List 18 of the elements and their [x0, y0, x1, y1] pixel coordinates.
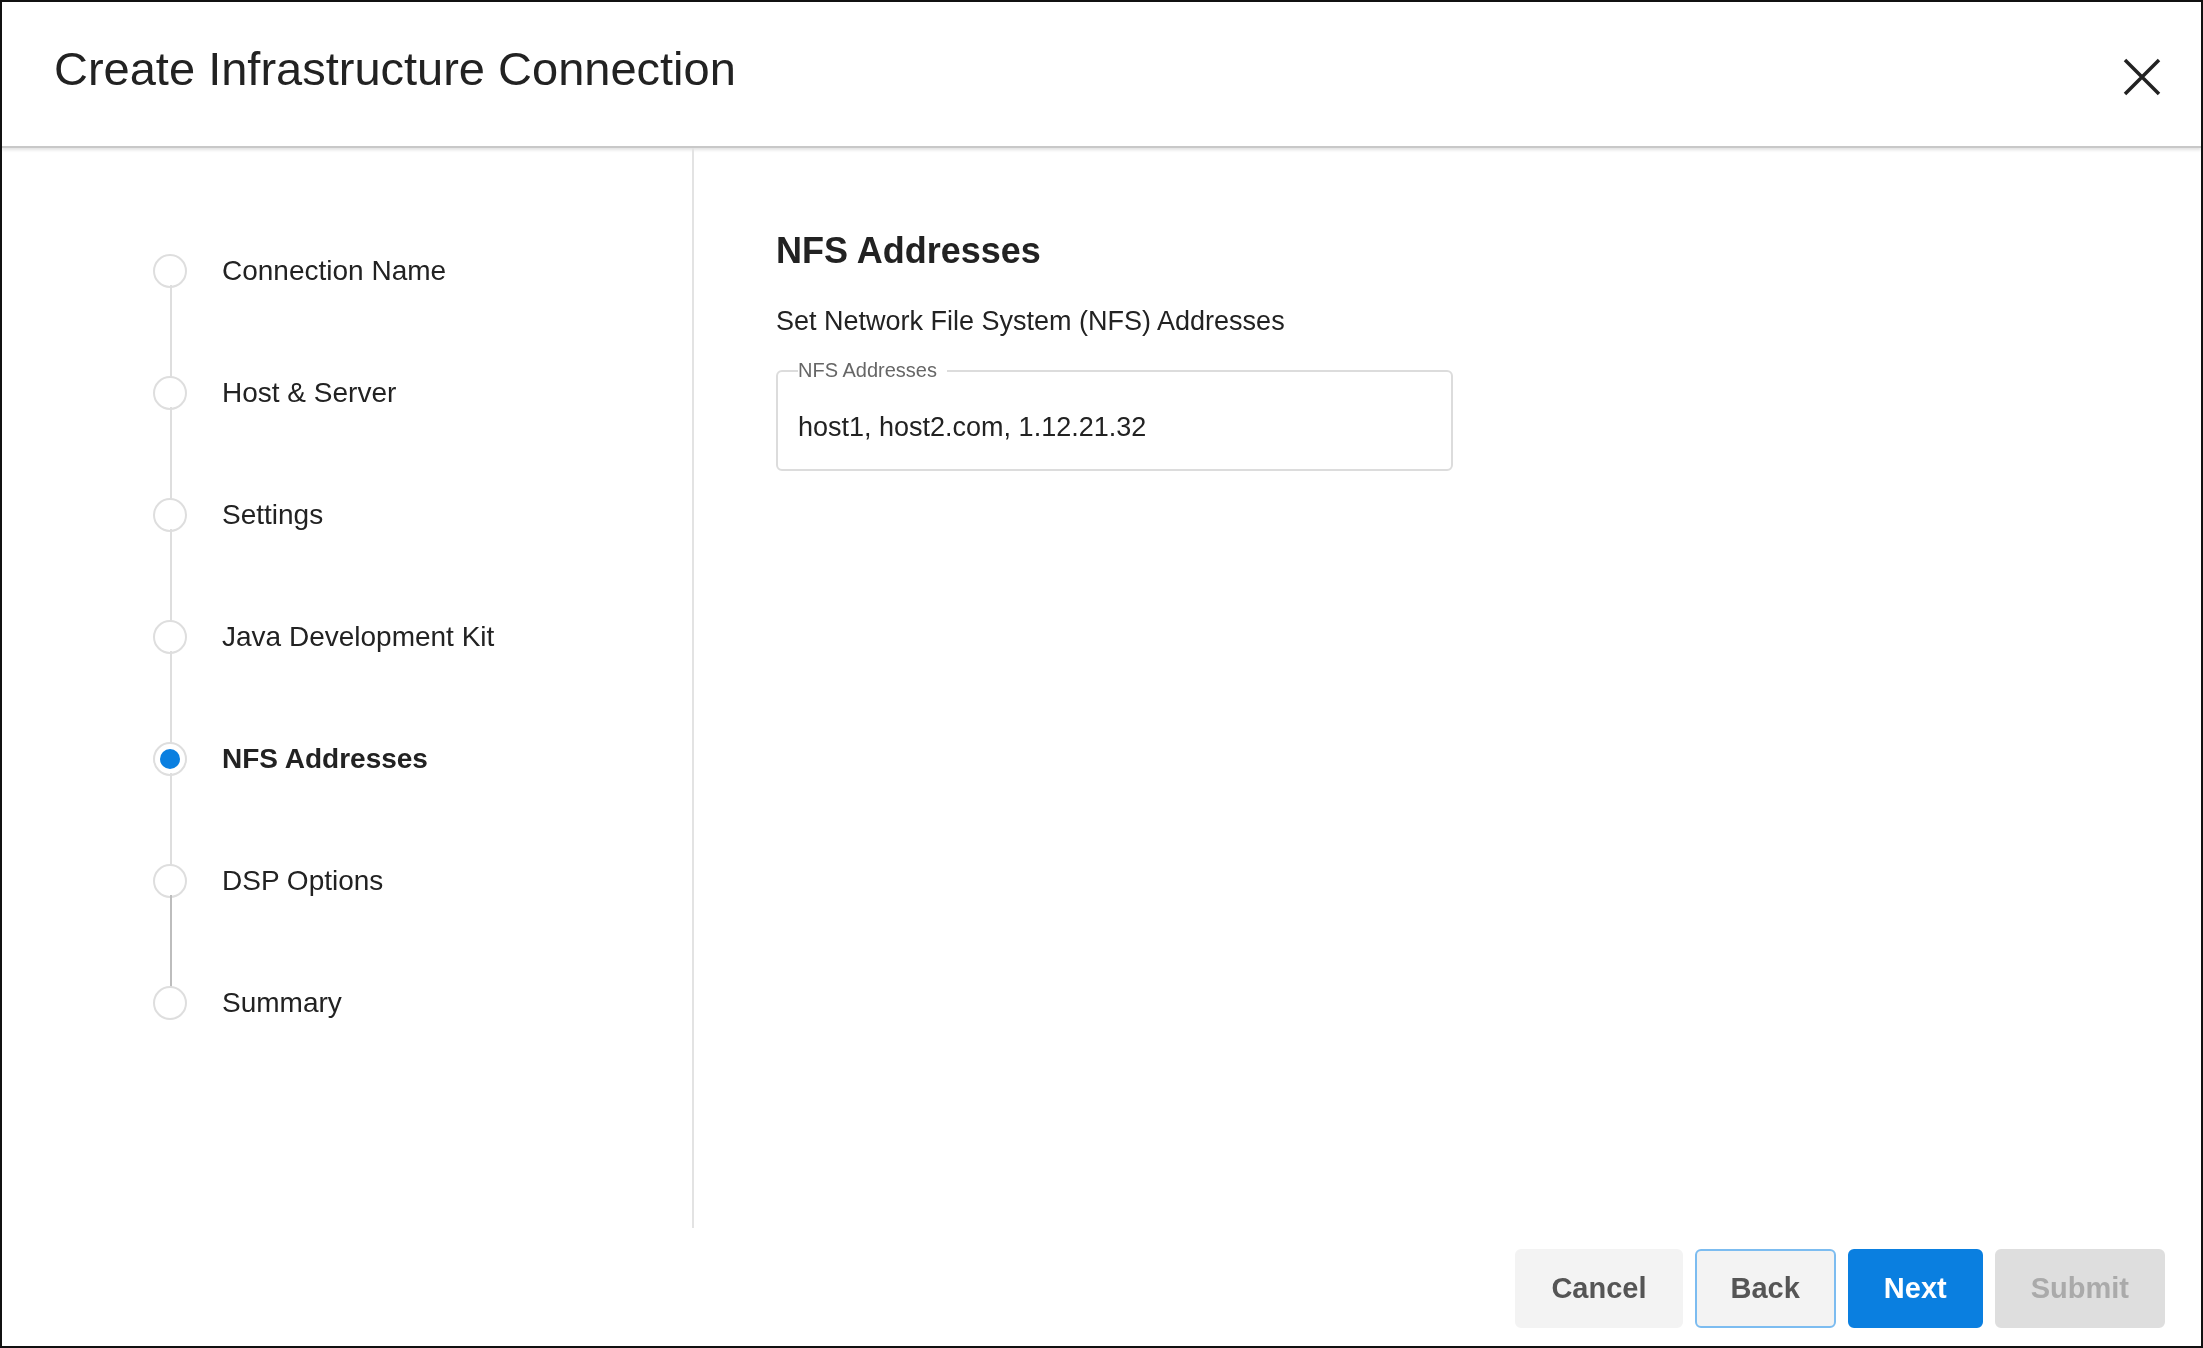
step-label[interactable]: Connection Name — [222, 255, 447, 287]
dialog-title: Create Infrastructure Connection — [54, 40, 736, 96]
field-input[interactable]: host1, host2.com, 1.12.21.32 — [798, 382, 1431, 443]
step-label[interactable]: DSP Options — [222, 865, 384, 897]
dialog-button[interactable]: Next — [1847, 1249, 1983, 1328]
step-label[interactable]: Summary — [222, 987, 342, 1019]
close-button[interactable] — [2121, 56, 2163, 98]
field-label: NFS Addresses — [798, 359, 938, 382]
step-label[interactable]: Host & Server — [222, 377, 397, 409]
close-icon — [2121, 56, 2163, 98]
step-label[interactable]: Java Development Kit — [222, 621, 495, 653]
dialog-button[interactable]: Cancel — [1515, 1249, 1683, 1328]
section-description: Set Network File System (NFS) Addresses — [776, 306, 1285, 337]
section-heading: NFS Addresses — [776, 230, 1041, 272]
dialog-button[interactable]: Back — [1694, 1249, 1836, 1328]
step-label[interactable]: Settings — [222, 499, 324, 531]
step-label[interactable]: NFS Addresses — [222, 743, 428, 775]
nfs-addresses-field[interactable]: NFS Addresses host1, host2.com, 1.12.21.32 — [776, 359, 1453, 471]
